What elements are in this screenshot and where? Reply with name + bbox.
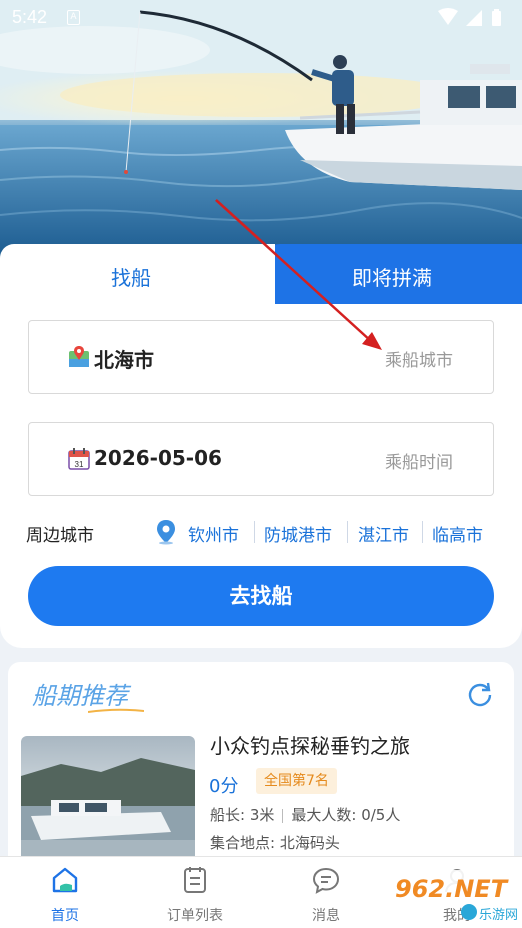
calendar-icon: 31 (68, 448, 90, 470)
nearby-city-lingao[interactable]: 临高市 (432, 521, 483, 546)
spec-divider (282, 808, 284, 823)
boat-length: 船长: 3米 (210, 806, 275, 824)
city-divider (347, 521, 348, 543)
meeting-point: 集合地点: 北海码头 (210, 834, 340, 852)
find-boat-button[interactable]: 去找船 (28, 566, 494, 626)
message-icon (312, 867, 340, 894)
tab-find-boat-label: 找船 (111, 266, 151, 290)
max-capacity: 最大人数: 0/5人 (291, 806, 401, 824)
hero-illustration (0, 0, 522, 260)
trip-specs: 船长: 3米 最大人数: 0/5人 (210, 804, 400, 825)
nav-messages-label: 消息 (312, 908, 340, 924)
city-field[interactable]: 北海市 乘船城市 (28, 320, 494, 394)
date-value: 2026-05-06 (94, 446, 222, 470)
order-list-icon (184, 867, 206, 893)
tab-find-boat[interactable]: 找船 (0, 244, 275, 306)
nav-home-label: 首页 (51, 908, 79, 924)
title-underline-decoration (88, 708, 144, 713)
date-hint: 乘船时间 (385, 453, 453, 473)
city-divider (254, 521, 255, 543)
tab-bar: 即将拼满 找船 (0, 244, 522, 306)
tab-almost-full-label: 即将拼满 (352, 266, 432, 290)
nearby-city-zhanjiang[interactable]: 湛江市 (358, 521, 409, 546)
nearby-city-qinzhou[interactable]: 钦州市 (188, 521, 239, 546)
nav-home[interactable]: 首页 (0, 857, 130, 928)
status-bar: 5:42 A (0, 0, 522, 36)
refresh-icon[interactable] (466, 680, 494, 708)
svg-text:31: 31 (75, 460, 84, 469)
city-value: 北海市 (94, 348, 154, 372)
tab-almost-full[interactable]: 即将拼满 (262, 244, 522, 306)
map-icon (69, 346, 89, 367)
notification-a-icon: A (67, 10, 80, 25)
nearby-label: 周边城市 (26, 526, 94, 546)
city-hint: 乘船城市 (385, 351, 453, 371)
hero-banner: 5:42 A (0, 0, 522, 260)
svg-text:962.NET: 962.NET (395, 875, 509, 903)
962-watermark-logo: 962.NET 乐游网 (389, 869, 517, 923)
recommend-title: 船期推荐 (32, 682, 128, 710)
nearby-city-fangchenggang[interactable]: 防城港市 (264, 521, 332, 546)
location-pin-icon (157, 520, 175, 545)
status-time: 5:42 (12, 7, 48, 27)
nav-orders[interactable]: 订单列表 (130, 857, 260, 928)
city-divider (422, 521, 423, 543)
nav-orders-label: 订单列表 (167, 908, 223, 924)
svg-text:乐游网: 乐游网 (479, 908, 517, 923)
signal-battery-icon (438, 8, 501, 26)
nav-messages[interactable]: 消息 (261, 857, 391, 928)
trip-score: 0分 (209, 776, 239, 797)
rank-badge: 全国第7名 (256, 768, 337, 794)
trip-name[interactable]: 小众钓点探秘垂钓之旅 (210, 730, 410, 759)
home-icon (52, 867, 78, 893)
date-field[interactable]: 31 2026-05-06 乘船时间 (28, 422, 494, 496)
nearby-cities: 周边城市 钦州市 防城港市 湛江市 临高市 (26, 517, 496, 547)
